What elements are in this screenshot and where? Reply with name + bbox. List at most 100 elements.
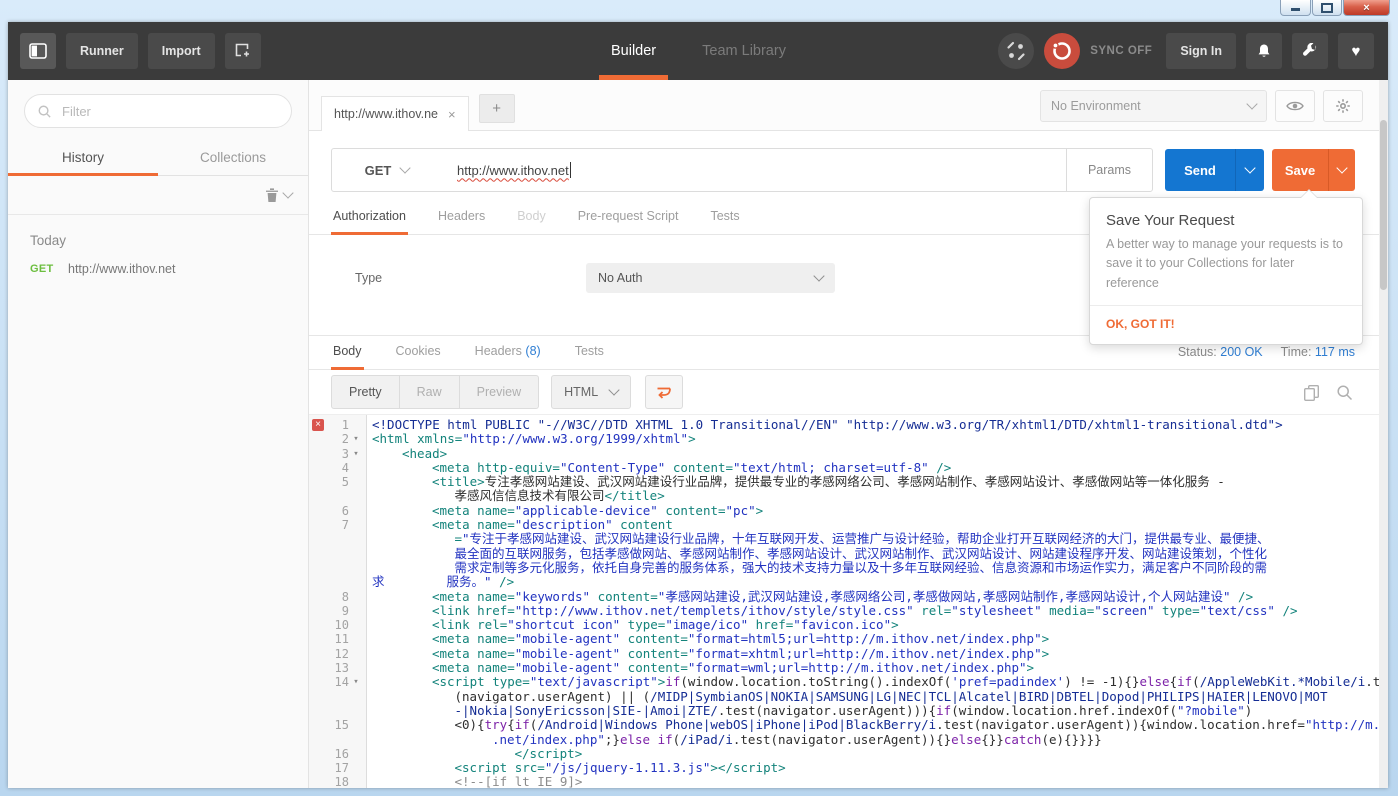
fold-icon: ▾	[349, 675, 363, 689]
tab-response-cookies[interactable]: Cookies	[394, 336, 443, 369]
filter-input[interactable]	[60, 103, 279, 120]
sign-in-button[interactable]: Sign In	[1166, 33, 1236, 69]
headers-label: Headers	[475, 344, 522, 358]
code-editor[interactable]: ×1<!DOCTYPE html PUBLIC "-//W3C//DTD XHT…	[309, 414, 1379, 788]
tab-headers[interactable]: Headers	[436, 201, 487, 234]
sync-icon	[1044, 33, 1080, 69]
environment-quicklook-button[interactable]	[1275, 90, 1315, 122]
tab-body[interactable]: Body	[515, 201, 548, 234]
send-button[interactable]: Send	[1165, 149, 1235, 191]
interceptor-icon	[998, 33, 1034, 69]
copy-icon[interactable]	[1303, 384, 1320, 401]
code-line: 13<meta name="mobile-agent" content="for…	[309, 661, 1379, 675]
method-value: GET	[365, 163, 392, 178]
settings-button[interactable]	[1323, 90, 1363, 122]
code-line: 9<link href="http://www.ithov.net/temple…	[309, 604, 1379, 618]
code-line: 11<meta name="mobile-agent" content="for…	[309, 632, 1379, 646]
code-rows: ×1<!DOCTYPE html PUBLIC "-//W3C//DTD XHT…	[309, 418, 1379, 788]
sync-button[interactable]	[1044, 33, 1080, 69]
notifications-button[interactable]	[1246, 33, 1282, 69]
environment-select[interactable]: No Environment	[1040, 90, 1267, 122]
chevron-down-icon	[1246, 98, 1257, 109]
tab-response-body[interactable]: Body	[331, 336, 364, 369]
scrollbar-thumb[interactable]	[1380, 120, 1387, 290]
new-window-icon	[234, 42, 252, 60]
tab-response-tests[interactable]: Tests	[573, 336, 606, 369]
save-options-button[interactable]	[1328, 149, 1355, 191]
url-value: http://www.ithov.net	[457, 163, 569, 178]
code-line: 求服务。" />	[309, 575, 1379, 589]
tab-authorization[interactable]: Authorization	[331, 201, 408, 234]
runner-button[interactable]: Runner	[66, 33, 138, 69]
url-input[interactable]: http://www.ithov.net	[443, 149, 1066, 191]
view-preview-button[interactable]: Preview	[460, 376, 538, 408]
history-item[interactable]: GET http://www.ithov.net	[8, 248, 308, 282]
code-line: -|Nokia|SonyEricsson|SIE-|Amoi|ZTE/.test…	[309, 704, 1379, 718]
view-pretty-button[interactable]: Pretty	[332, 376, 400, 408]
code-line: 8<meta name="keywords" content="孝感网站建设,武…	[309, 590, 1379, 604]
code-line: ×1<!DOCTYPE html PUBLIC "-//W3C//DTD XHT…	[309, 418, 1379, 432]
trash-menu-chevron-icon[interactable]	[282, 187, 293, 198]
history-actions	[8, 176, 308, 215]
sidebar-toggle-button[interactable]	[20, 33, 56, 69]
sidebar-filter	[24, 94, 292, 128]
tab-collections[interactable]: Collections	[158, 142, 308, 175]
tab-builder[interactable]: Builder	[605, 22, 662, 80]
new-window-button[interactable]	[225, 33, 261, 69]
builder-pane: http://www.ithov.ne × + No Environment	[309, 80, 1379, 788]
sidebar-tabs: History Collections	[8, 142, 308, 176]
code-line: 最全面的互联网服务，包括孝感做网站、孝感网站制作、孝感网站设计、武汉网站制作、武…	[309, 547, 1379, 561]
add-tab-button[interactable]: +	[479, 94, 515, 123]
time-badge: Time: 117 ms	[1281, 345, 1355, 359]
window-maximize-button[interactable]	[1312, 0, 1342, 16]
code-line: 孝感风信信息技术有限公司</title>	[309, 489, 1379, 503]
fold-icon: ▾	[349, 447, 363, 461]
auth-type-label: Type	[355, 271, 382, 285]
trash-icon[interactable]	[265, 187, 279, 203]
heart-icon: ♥	[1352, 43, 1361, 60]
vertical-scrollbar[interactable]	[1379, 80, 1388, 788]
view-raw-button[interactable]: Raw	[400, 376, 460, 408]
window-minimize-button[interactable]	[1280, 0, 1311, 16]
search-response-icon[interactable]	[1336, 384, 1353, 401]
settings-wrench-button[interactable]	[1292, 33, 1328, 69]
favorites-button[interactable]: ♥	[1338, 33, 1374, 69]
send-options-button[interactable]	[1235, 149, 1264, 191]
open-request-tab[interactable]: http://www.ithov.ne ×	[321, 96, 469, 131]
code-line: 3▾<head>	[309, 447, 1379, 461]
popover-dismiss-button[interactable]: OK, GOT IT!	[1090, 306, 1362, 344]
interceptor-button[interactable]	[998, 33, 1034, 69]
save-button[interactable]: Save	[1272, 149, 1328, 191]
chevron-down-icon	[609, 384, 620, 395]
tab-response-headers[interactable]: Headers (8)	[473, 336, 543, 369]
code-line: 14▾<script type="text/javascript">if(win…	[309, 675, 1379, 689]
main-nav: Builder Team Library	[605, 22, 792, 80]
window-close-button[interactable]: ×	[1343, 0, 1390, 16]
language-select[interactable]: HTML	[551, 375, 631, 409]
tab-history[interactable]: History	[8, 142, 158, 175]
code-line: 16</script>	[309, 747, 1379, 761]
tab-pre-request-script[interactable]: Pre-request Script	[576, 201, 681, 234]
chevron-down-icon	[400, 162, 411, 173]
error-marker-icon: ×	[312, 419, 324, 431]
sidebar: History Collections Today GET http://www…	[8, 80, 309, 788]
maximize-icon	[1321, 3, 1333, 13]
gear-icon	[1335, 98, 1351, 114]
wrap-text-button[interactable]	[645, 375, 683, 409]
method-select[interactable]: GET	[332, 149, 443, 191]
save-request-popover: Save Your Request A better way to manage…	[1089, 197, 1363, 345]
code-line: (navigator.userAgent) || (/MIDP|SymbianO…	[309, 690, 1379, 704]
wrench-icon	[1302, 43, 1318, 59]
language-value: HTML	[564, 385, 598, 399]
tab-team-library[interactable]: Team Library	[696, 22, 792, 80]
headers-count-badge: (8)	[525, 344, 540, 358]
params-button[interactable]: Params	[1066, 149, 1152, 191]
wrap-text-icon	[655, 385, 673, 400]
chevron-down-icon	[813, 270, 824, 281]
import-button[interactable]: Import	[148, 33, 215, 69]
close-tab-icon[interactable]: ×	[448, 107, 456, 122]
tab-tests[interactable]: Tests	[708, 201, 741, 234]
auth-type-select[interactable]: No Auth	[586, 263, 835, 293]
code-line: 17<script src="/js/jquery-1.11.3.js"></s…	[309, 761, 1379, 775]
history-method-badge: GET	[30, 263, 68, 275]
